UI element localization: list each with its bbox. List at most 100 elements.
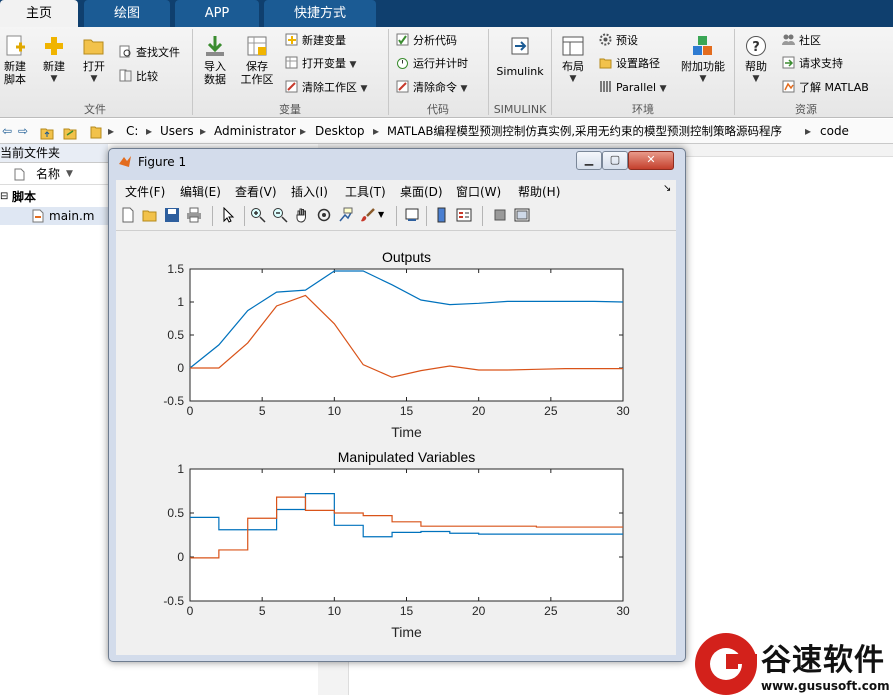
tab-apps[interactable]: APP (175, 0, 259, 27)
zoom-out-icon[interactable] (272, 207, 288, 223)
parallel-label: Parallel (616, 81, 657, 94)
new-variable-button[interactable]: 新建变量 (285, 32, 346, 50)
editor-gutter (318, 660, 349, 695)
open-variable-button[interactable]: 打开变量 ▼ (285, 55, 356, 73)
import-arrow-icon (204, 35, 226, 57)
tab-plots[interactable]: 绘图 (84, 0, 170, 27)
watermark: 谷速软件 www.gususoft.com (695, 633, 893, 695)
sort-chevron-icon[interactable]: ▼ (66, 164, 73, 184)
back-arrow-icon[interactable]: ⇦ (2, 119, 12, 143)
tab-shortcuts[interactable]: 快捷方式 (264, 0, 376, 27)
open-variable-dropdown-icon[interactable]: ▼ (350, 60, 357, 70)
legend-icon[interactable] (456, 207, 472, 223)
layout-button[interactable]: 布局 ▼ (557, 35, 589, 86)
minimize-button[interactable]: ▁ (576, 151, 602, 170)
forward-arrow-icon[interactable]: ⇨ (18, 119, 28, 143)
brush-icon[interactable] (360, 207, 376, 223)
open-file-icon[interactable] (142, 207, 158, 223)
file-row-main[interactable]: main.m (0, 207, 108, 225)
menu-desktop[interactable]: 桌面(D) (400, 183, 443, 200)
find-files-label: 查找文件 (136, 46, 180, 59)
save-icon[interactable] (164, 207, 180, 223)
y-tick-label: -0.5 (163, 394, 184, 408)
menu-insert[interactable]: 插入(I) (291, 183, 328, 200)
set-path-button[interactable]: 设置路径 (599, 55, 660, 73)
community-button[interactable]: 社区 (782, 32, 821, 50)
find-files-button[interactable]: 查找文件 (119, 44, 180, 62)
plot-area[interactable]: 0 5 10 15 20 25 30-0.500.511.5OutputsTime0 5 10 1… (116, 231, 676, 655)
new-script-button[interactable]: 新建 脚本 (0, 35, 30, 86)
analyze-code-button[interactable]: 分析代码 (396, 32, 457, 50)
new-figure-icon[interactable] (120, 207, 136, 223)
toolbar-divider (426, 206, 427, 226)
learn-matlab-button[interactable]: 了解 MATLAB (782, 79, 869, 97)
rotate-3d-icon[interactable] (316, 207, 332, 223)
help-button[interactable]: ? 帮助 ▼ (740, 35, 772, 86)
compare-icon (119, 69, 132, 82)
parallel-button[interactable]: Parallel ▼ (599, 79, 667, 97)
brush-dropdown-icon[interactable]: ▼ (378, 207, 394, 223)
clear-workspace-dropdown-icon[interactable]: ▼ (361, 84, 368, 94)
close-button[interactable]: ✕ (628, 151, 674, 170)
path-segment[interactable]: code (820, 119, 849, 143)
clear-commands-button[interactable]: 清除命令 ▼ (396, 79, 467, 97)
menu-tools[interactable]: 工具(T) (345, 183, 386, 200)
pointer-icon[interactable] (220, 206, 236, 223)
clear-workspace-label: 清除工作区 (302, 81, 357, 94)
menu-help[interactable]: 帮助(H) (518, 183, 560, 200)
x-tick-label: 10 (328, 404, 342, 418)
open-button[interactable]: 打开 ▼ (78, 35, 110, 86)
import-data-button[interactable]: 导入 数据 (199, 35, 231, 86)
axes-box (189, 468, 624, 602)
zoom-in-icon[interactable] (250, 207, 266, 223)
help-dropdown-icon[interactable]: ▼ (740, 73, 772, 86)
path-segment[interactable]: Desktop (315, 119, 365, 143)
hide-plot-tools-icon[interactable] (492, 207, 508, 223)
folder-row[interactable]: ⊟ 脚本 (0, 188, 108, 206)
parallel-icon (599, 80, 612, 93)
menu-file[interactable]: 文件(F) (125, 183, 165, 200)
print-icon[interactable] (186, 207, 202, 223)
request-support-icon (782, 56, 795, 69)
dock-arrow-icon[interactable]: ↘ (663, 183, 671, 194)
data-cursor-icon[interactable] (338, 207, 354, 223)
gususoft-logo (695, 633, 757, 695)
run-and-time-button[interactable]: 运行并计时 (396, 55, 468, 73)
menu-edit[interactable]: 编辑(E) (180, 183, 221, 200)
new-button[interactable]: 新建 ▼ (38, 35, 70, 86)
open-dropdown-icon[interactable]: ▼ (78, 73, 110, 86)
show-plot-tools-icon[interactable] (514, 207, 530, 223)
panel-title: 当前文件夹 (0, 144, 108, 163)
y-tick-label: 0 (177, 361, 184, 375)
x-tick-label: 0 (187, 604, 194, 618)
path-segment[interactable]: C: (126, 119, 138, 143)
path-segment[interactable]: Administrator (214, 119, 296, 143)
addons-dropdown-icon[interactable]: ▼ (678, 73, 728, 86)
menu-window[interactable]: 窗口(W) (456, 183, 501, 200)
save-workspace-button[interactable]: 保存 工作区 (238, 35, 276, 86)
menu-view[interactable]: 查看(V) (235, 183, 277, 200)
clear-commands-dropdown-icon[interactable]: ▼ (461, 84, 468, 94)
path-segment[interactable]: Users (160, 119, 194, 143)
addons-button[interactable]: 附加功能 ▼ (678, 35, 728, 86)
tab-home[interactable]: 主页 (0, 0, 78, 27)
link-plot-icon[interactable] (404, 207, 420, 223)
simulink-button[interactable]: Simulink (493, 35, 547, 78)
pan-hand-icon[interactable] (294, 207, 310, 223)
colorbar-icon[interactable] (434, 207, 450, 223)
path-segment[interactable]: MATLAB编程模型预测控制仿真实例,采用无约束的模型预测控制策略源码程序 (387, 119, 782, 143)
clear-workspace-button[interactable]: 清除工作区 ▼ (285, 79, 367, 97)
parallel-dropdown-icon[interactable]: ▼ (660, 84, 667, 94)
figure-titlebar[interactable]: Figure 1 ▁ ▢ ✕ (109, 149, 685, 175)
name-column-header[interactable]: 名称 ▼ (0, 164, 108, 185)
compare-button[interactable]: 比较 (119, 68, 158, 86)
new-dropdown-icon[interactable]: ▼ (38, 73, 70, 86)
collapse-icon[interactable]: ⊟ (0, 188, 8, 206)
y-tick-label: 0.5 (167, 506, 184, 520)
clear-commands-icon (396, 80, 409, 93)
request-support-button[interactable]: 请求支持 (782, 55, 843, 73)
group-divider (734, 29, 735, 115)
preferences-button[interactable]: 预设 (599, 32, 638, 50)
maximize-button[interactable]: ▢ (602, 151, 628, 170)
layout-dropdown-icon[interactable]: ▼ (557, 73, 589, 86)
